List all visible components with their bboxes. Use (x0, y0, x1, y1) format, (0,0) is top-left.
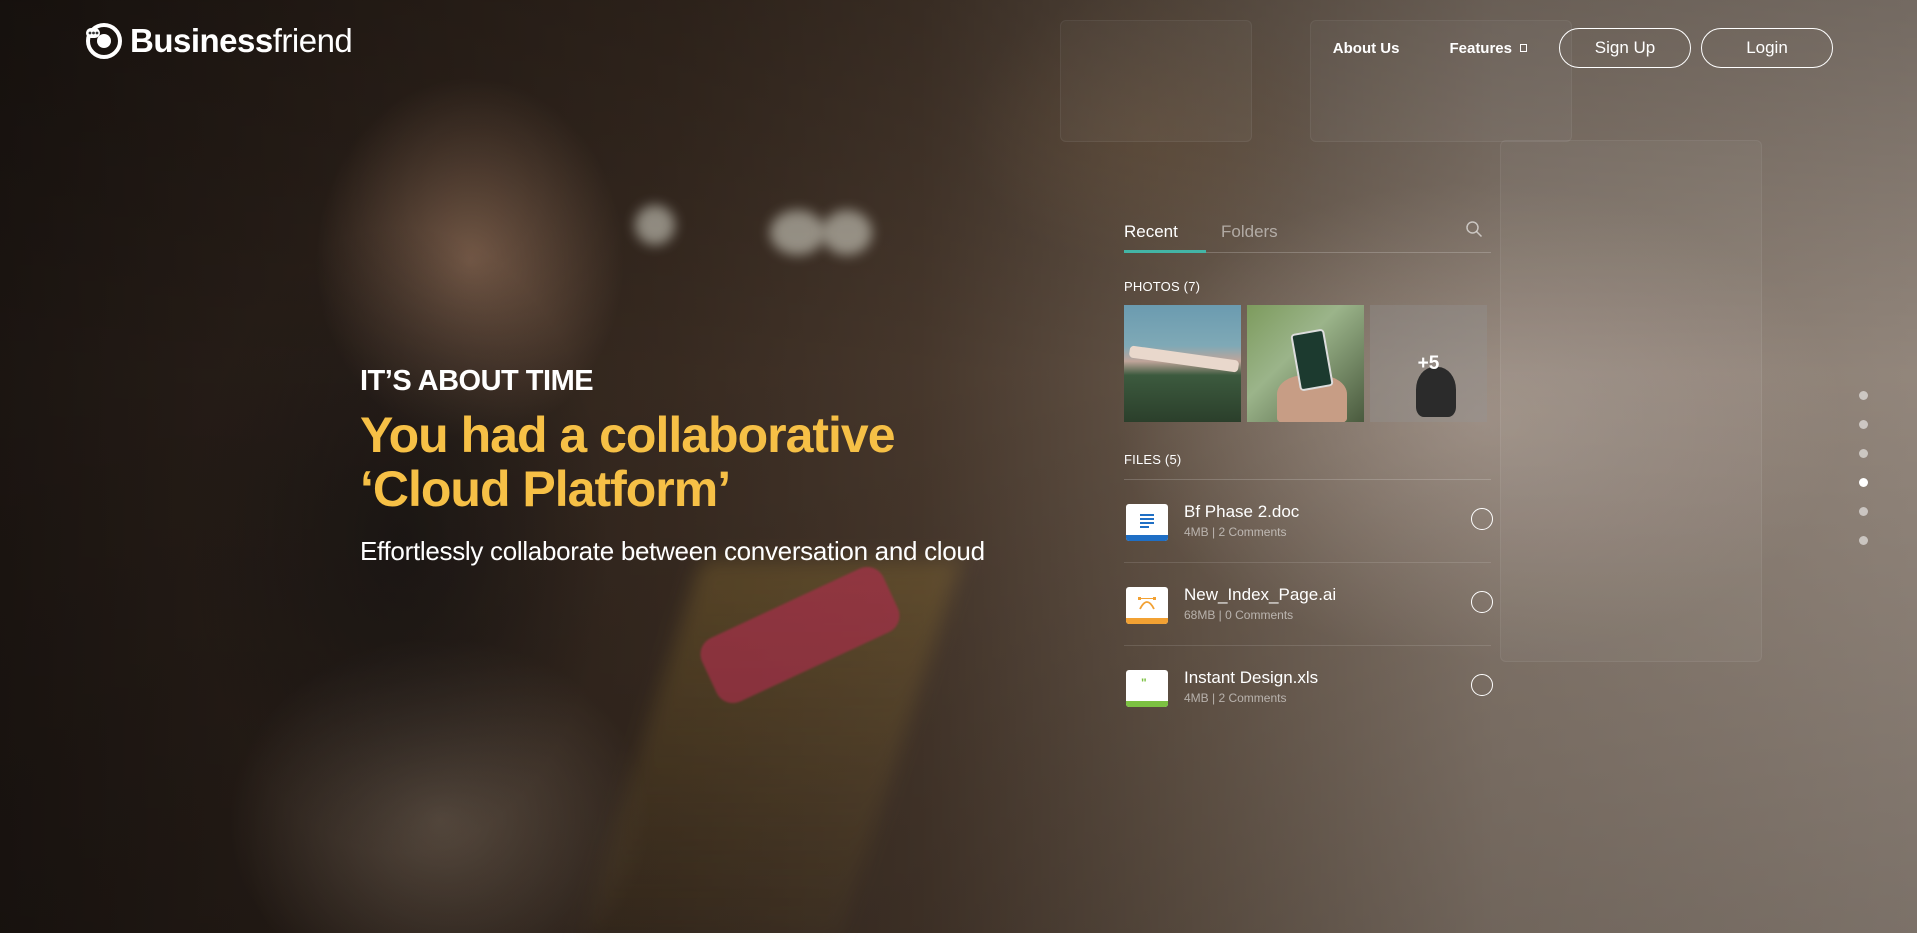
top-nav: About Us Features Sign Up Login (1333, 28, 1833, 68)
file-name: New_Index_Page.ai (1184, 585, 1337, 604)
section-pagination (1859, 391, 1868, 565)
photo-thumbnail-more[interactable]: +5 (1370, 305, 1487, 422)
beach-shoreline (1128, 345, 1240, 373)
file-name: Instant Design.xls (1184, 668, 1319, 687)
file-list: Bf Phase 2.doc 4MB | 2 Comments New_Inde… (1124, 479, 1493, 728)
photos-title: PHOTOS (7) (1124, 279, 1201, 294)
signup-button[interactable]: Sign Up (1559, 28, 1691, 68)
file-type-stripe (1126, 701, 1168, 707)
file-row[interactable]: New_Index_Page.ai 68MB | 0 Comments (1124, 563, 1493, 646)
nav-about-us[interactable]: About Us (1333, 40, 1400, 57)
nav-features[interactable]: Features (1449, 40, 1527, 57)
pagination-dot-active[interactable] (1859, 478, 1868, 487)
photo-thumbnail-phone[interactable] (1247, 305, 1364, 422)
brand-name: Businessfriend (130, 22, 353, 59)
search-icon[interactable] (1465, 220, 1483, 238)
file-row[interactable]: " Instant Design.xls 4MB | 2 Comments (1124, 646, 1493, 728)
photo-grid: +5 (1124, 305, 1491, 422)
pagination-dot[interactable] (1859, 420, 1868, 429)
doc-file-icon (1126, 504, 1168, 541)
pagination-dot[interactable] (1859, 391, 1868, 400)
file-type-stripe (1126, 535, 1168, 541)
nav-about-label: About Us (1332, 39, 1400, 57)
file-meta: 4MB | 2 Comments (1184, 691, 1287, 705)
ai-file-icon (1126, 587, 1168, 624)
dog-shape (1416, 367, 1456, 417)
hero-headline: You had a collaborative ‘Cloud Platform’ (360, 408, 985, 516)
files-panel: Recent Folders PHOTOS (7) +5 FILES (5) B… (1124, 212, 1493, 728)
active-tab-indicator (1124, 250, 1206, 253)
nav-features-label: Features (1449, 39, 1512, 57)
panel-tabs: Recent Folders (1124, 212, 1491, 253)
hero-headline-line2: ‘Cloud Platform’ (360, 461, 731, 517)
pagination-dot[interactable] (1859, 449, 1868, 458)
hero-headline-line1: You had a collaborative (360, 407, 896, 463)
file-row[interactable]: Bf Phase 2.doc 4MB | 2 Comments (1124, 480, 1493, 563)
pagination-dot[interactable] (1859, 536, 1868, 545)
hero-section: IT’S ABOUT TIME You had a collaborative … (360, 365, 985, 567)
login-button[interactable]: Login (1701, 28, 1833, 68)
brand-logo[interactable]: Businessfriend (84, 22, 353, 60)
photo-thumbnail-beach[interactable] (1124, 305, 1241, 422)
file-meta: 68MB | 0 Comments (1184, 608, 1294, 622)
hero-eyebrow: IT’S ABOUT TIME (360, 365, 594, 397)
more-photos-count: +5 (1417, 352, 1440, 374)
dropdown-caret-icon (1520, 44, 1527, 52)
tab-folders[interactable]: Folders (1221, 222, 1278, 242)
xls-file-icon: " (1126, 670, 1168, 707)
files-title: FILES (5) (1124, 452, 1182, 467)
file-type-stripe (1126, 618, 1168, 624)
file-select-radio[interactable] (1471, 508, 1493, 530)
hero-subheadline: Effortlessly collaborate between convers… (360, 536, 985, 566)
pagination-dot[interactable] (1859, 507, 1868, 516)
file-select-radio[interactable] (1471, 591, 1493, 613)
file-name: Bf Phase 2.doc (1184, 502, 1300, 521)
tab-recent[interactable]: Recent (1124, 222, 1178, 242)
file-meta: 4MB | 2 Comments (1184, 525, 1287, 539)
svg-text:": " (1141, 676, 1147, 690)
file-select-radio[interactable] (1471, 674, 1493, 696)
chat-bubble-logo-icon (86, 23, 122, 59)
